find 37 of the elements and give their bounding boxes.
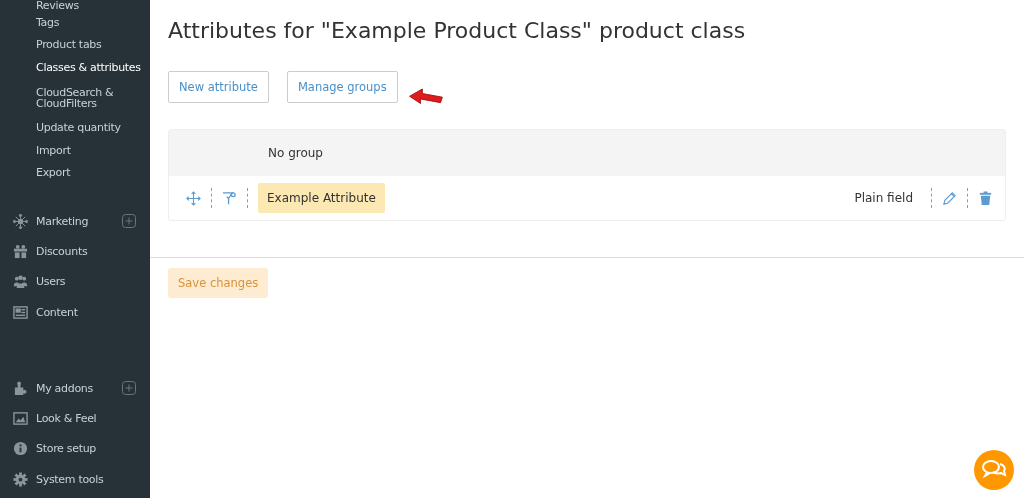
delete-icon[interactable] bbox=[978, 190, 993, 206]
chat-icon[interactable] bbox=[974, 450, 1014, 490]
sidebar-item[interactable]: Store setup bbox=[36, 442, 150, 456]
network-icon bbox=[13, 213, 28, 229]
newspaper-icon bbox=[13, 304, 28, 320]
sidebar-item[interactable]: Update quantity bbox=[36, 116, 150, 139]
plus-icon[interactable] bbox=[122, 381, 136, 396]
attribute-type: Plain field bbox=[854, 191, 913, 205]
new-attribute-button[interactable]: New attribute bbox=[168, 71, 269, 103]
sidebar-item[interactable]: Product tabs bbox=[36, 33, 150, 56]
info-icon bbox=[13, 441, 28, 457]
page-title: Attributes for "Example Product Class" product class bbox=[168, 18, 747, 43]
plus-icon[interactable] bbox=[122, 214, 136, 229]
filter-icon[interactable] bbox=[222, 190, 237, 206]
sidebar-item[interactable]: Users bbox=[36, 275, 150, 289]
gift-icon bbox=[13, 243, 28, 259]
sidebar-item[interactable]: Discounts bbox=[36, 244, 150, 258]
sidebar-item[interactable]: My addons bbox=[36, 381, 122, 395]
sidebar-item[interactable]: System tools bbox=[36, 472, 150, 486]
attribute-tag[interactable]: Example Attribute bbox=[258, 183, 385, 213]
group-name: No group bbox=[268, 146, 323, 160]
sidebar-item[interactable]: Export bbox=[36, 161, 150, 184]
settings-icon bbox=[13, 471, 28, 487]
sidebar-item[interactable]: Classes & attributes bbox=[36, 56, 150, 79]
sidebar-item[interactable]: Look & Feel bbox=[36, 412, 150, 426]
sidebar-item[interactable]: Marketing bbox=[36, 214, 122, 228]
move-icon[interactable] bbox=[186, 190, 201, 206]
image-icon bbox=[13, 411, 28, 427]
sidebar-item[interactable]: Tags bbox=[36, 11, 150, 34]
edit-icon[interactable] bbox=[942, 190, 957, 206]
sidebar-item[interactable]: Import bbox=[36, 139, 150, 162]
sidebar-item[interactable]: Reviews bbox=[36, 0, 150, 11]
sidebar-item[interactable]: Content bbox=[36, 305, 150, 319]
sidebar-item[interactable]: CloudSearch & CloudFilters bbox=[36, 78, 116, 117]
manage-groups-button[interactable]: Manage groups bbox=[286, 71, 398, 103]
puzzle-icon bbox=[13, 380, 28, 396]
users-icon bbox=[13, 274, 28, 290]
